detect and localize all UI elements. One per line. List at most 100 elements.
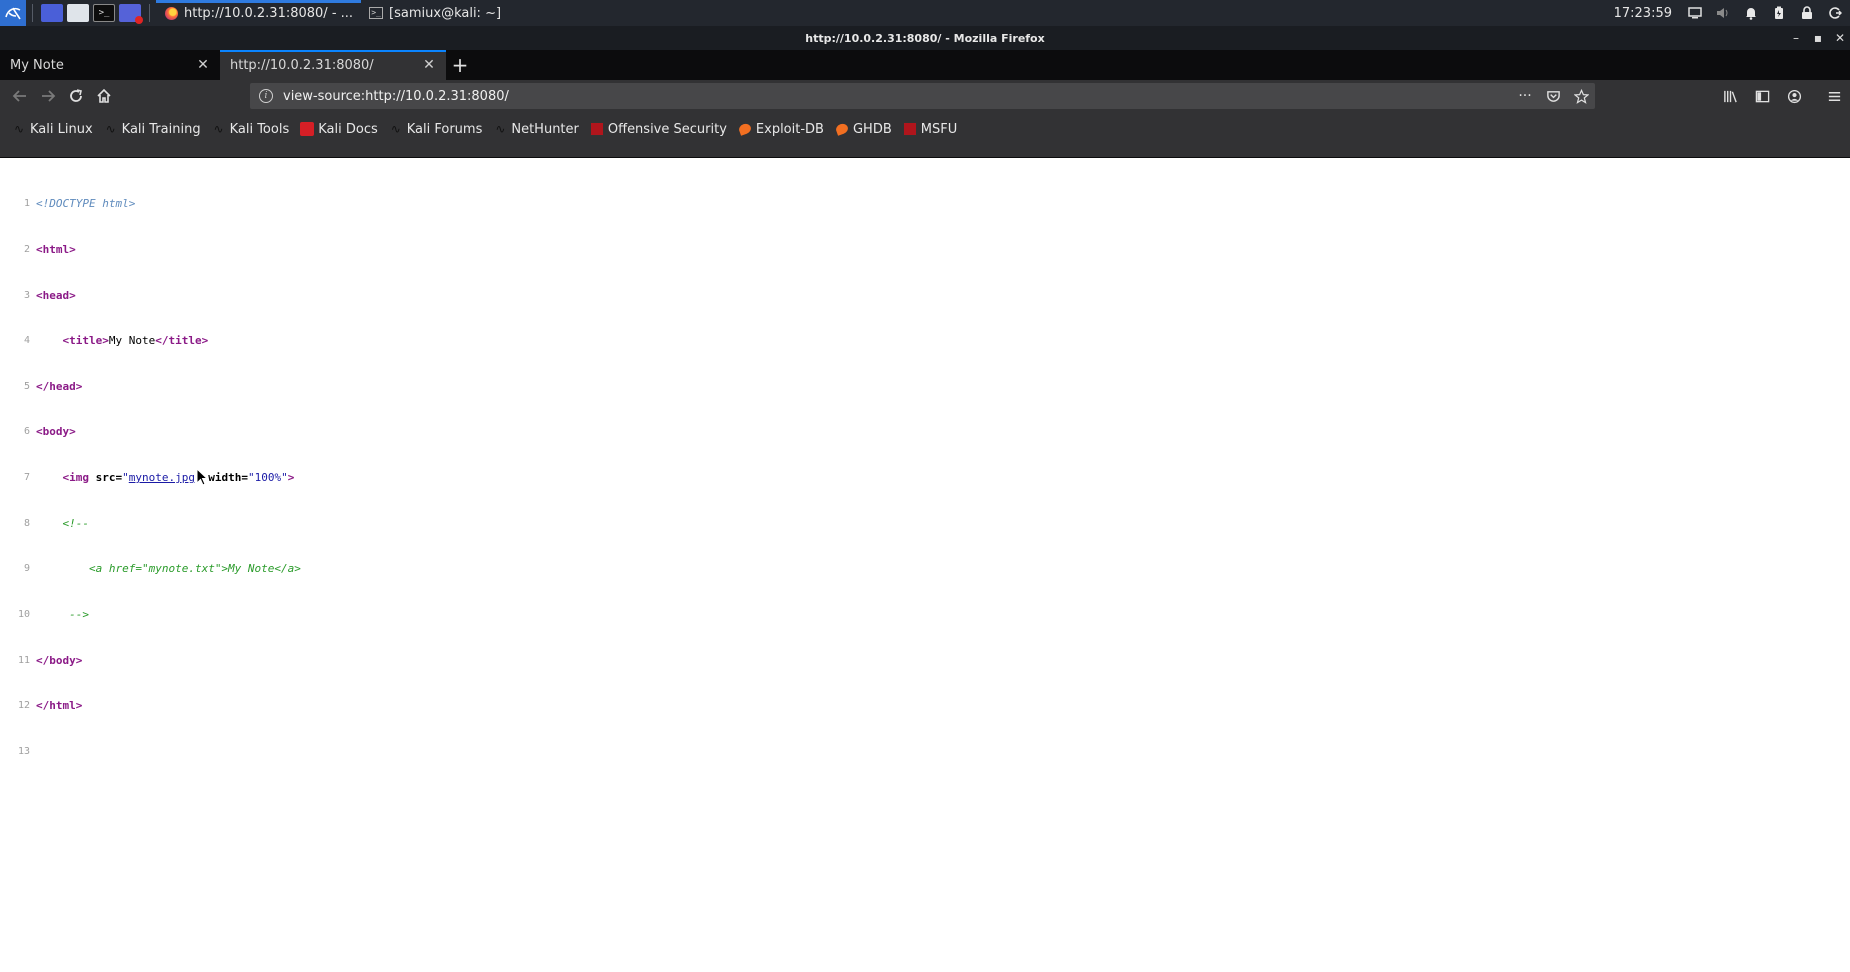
bookmark-kali-docs[interactable]: Kali Docs bbox=[300, 120, 378, 138]
tag-token: </body> bbox=[36, 653, 83, 667]
back-arrow-icon[interactable] bbox=[6, 82, 34, 110]
line-number: 6 bbox=[23, 426, 30, 438]
lock-icon[interactable] bbox=[1800, 6, 1814, 20]
tag-token: <title> bbox=[62, 334, 109, 348]
pocket-icon[interactable] bbox=[1539, 89, 1567, 104]
page-actions-icon[interactable]: ··· bbox=[1511, 88, 1539, 104]
offsec-icon bbox=[589, 122, 604, 136]
volume-icon[interactable] bbox=[1716, 6, 1730, 20]
toolbar-right-buttons bbox=[1716, 80, 1850, 112]
bookmark-label: NetHunter bbox=[511, 121, 579, 137]
line-number: 12 bbox=[17, 700, 30, 712]
taskbar-task-terminal[interactable]: >_ [samiux@kali: ~] bbox=[361, 0, 509, 26]
offsec-icon bbox=[902, 122, 917, 136]
comment-token: <!-- bbox=[62, 516, 90, 530]
bookmark-kali-tools[interactable]: ∿ Kali Tools bbox=[212, 120, 290, 138]
screen-recorder-icon[interactable] bbox=[119, 4, 143, 24]
source-line: 13 bbox=[0, 744, 301, 759]
minimize-icon[interactable]: – bbox=[1790, 31, 1802, 45]
maximize-icon[interactable]: ▪ bbox=[1812, 31, 1824, 45]
line-number: 3 bbox=[23, 289, 30, 301]
workspace-switcher-icon[interactable] bbox=[41, 4, 63, 22]
tab-close-icon[interactable]: ✕ bbox=[196, 57, 210, 73]
tag-token: <head> bbox=[36, 288, 76, 302]
kali-dragon-icon: ∿ bbox=[495, 122, 506, 136]
bookmark-label: Kali Tools bbox=[229, 121, 290, 137]
bookmark-kali-forums[interactable]: ∿ Kali Forums bbox=[389, 120, 483, 138]
bookmark-ghdb[interactable]: GHDB bbox=[834, 120, 892, 138]
line-number: 7 bbox=[23, 472, 30, 484]
line-number: 1 bbox=[23, 198, 30, 210]
kali-menu-button[interactable] bbox=[0, 0, 26, 26]
bookmark-kali-training[interactable]: ∿ Kali Training bbox=[104, 120, 201, 138]
tab-my-note[interactable]: My Note ✕ bbox=[0, 50, 220, 80]
source-code-listing: 1 <!DOCTYPE html> 2 <html> 3 <head> 4 <titl… bbox=[0, 166, 301, 789]
forward-arrow-icon[interactable] bbox=[34, 82, 62, 110]
source-line: 3 <head> bbox=[0, 288, 301, 303]
display-icon[interactable] bbox=[1688, 6, 1702, 20]
line-number: 10 bbox=[17, 608, 30, 620]
hamburger-menu-icon[interactable] bbox=[1820, 82, 1848, 110]
line-number: 9 bbox=[23, 563, 30, 575]
taskbar-task-firefox[interactable]: http://10.0.2.31:8080/ - ... bbox=[156, 0, 362, 26]
close-window-icon[interactable]: ✕ bbox=[1834, 31, 1846, 45]
tab-view-source[interactable]: http://10.0.2.31:8080/ ✕ bbox=[220, 50, 446, 80]
bookmarks-toolbar: ∿ Kali Linux ∿ Kali Training ∿ Kali Tool… bbox=[0, 112, 1850, 158]
kali-dragon-icon: ∿ bbox=[390, 122, 401, 136]
bookmark-label: GHDB bbox=[852, 121, 892, 137]
window-controls: – ▪ ✕ bbox=[1790, 26, 1846, 50]
taskbar-separator bbox=[32, 4, 33, 22]
tab-label: My Note bbox=[10, 57, 64, 73]
file-manager-icon[interactable] bbox=[67, 4, 89, 22]
bookmark-exploit-db[interactable]: Exploit-DB bbox=[737, 120, 824, 138]
terminal-launcher-icon[interactable]: >_ bbox=[93, 4, 115, 22]
source-line: 7 <img src="mynote.jpg" width="100%"> bbox=[0, 470, 301, 485]
window-title: http://10.0.2.31:8080/ - Mozilla Firefox bbox=[805, 31, 1045, 45]
kali-dragon-icon: ∿ bbox=[213, 122, 224, 136]
source-line: 8 <!-- bbox=[0, 516, 301, 531]
site-info-icon[interactable]: i bbox=[259, 89, 273, 103]
mynote-jpg-link[interactable]: mynote.jpg bbox=[129, 471, 195, 484]
clock[interactable]: 17:23:59 bbox=[1614, 6, 1672, 21]
url-text[interactable]: view-source:http://10.0.2.31:8080/ bbox=[283, 89, 1511, 104]
source-line: 11 </body> bbox=[0, 653, 301, 668]
home-icon[interactable] bbox=[90, 82, 118, 110]
taskbar-task-label: http://10.0.2.31:8080/ - ... bbox=[184, 5, 354, 21]
text-token: My Note bbox=[108, 334, 156, 348]
window-titlebar[interactable]: http://10.0.2.31:8080/ - Mozilla Firefox… bbox=[0, 26, 1850, 50]
mouse-pointer-icon bbox=[196, 468, 208, 486]
source-line: 6 <body> bbox=[0, 424, 301, 439]
source-line: 4 <title>My Note</title> bbox=[0, 333, 301, 348]
system-tray: 17:23:59 bbox=[1614, 0, 1850, 26]
bookmark-msfu[interactable]: MSFU bbox=[902, 120, 957, 138]
kali-dragon-icon bbox=[5, 7, 21, 20]
battery-icon[interactable] bbox=[1772, 6, 1786, 20]
logout-icon[interactable] bbox=[1828, 6, 1842, 20]
bookmark-label: Kali Forums bbox=[406, 121, 483, 137]
bookmark-kali-linux[interactable]: ∿ Kali Linux bbox=[12, 120, 93, 138]
url-bar[interactable]: i view-source:http://10.0.2.31:8080/ ··· bbox=[250, 83, 1595, 109]
kali-dragon-icon: ∿ bbox=[105, 122, 116, 136]
sidebar-icon[interactable] bbox=[1748, 82, 1776, 110]
tag-token: </html> bbox=[36, 699, 83, 713]
notification-bell-icon[interactable] bbox=[1744, 6, 1758, 20]
line-number: 2 bbox=[23, 244, 30, 256]
account-icon[interactable] bbox=[1780, 82, 1808, 110]
library-icon[interactable] bbox=[1716, 82, 1744, 110]
reload-icon[interactable] bbox=[62, 82, 90, 110]
kali-docs-icon bbox=[300, 122, 315, 136]
bookmark-nethunter[interactable]: ∿ NetHunter bbox=[493, 120, 579, 138]
new-tab-plus-icon[interactable]: + bbox=[446, 50, 474, 80]
line-number: 13 bbox=[17, 745, 30, 757]
navigation-toolbar: i view-source:http://10.0.2.31:8080/ ··· bbox=[0, 80, 1850, 112]
doctype-token: <!DOCTYPE html> bbox=[36, 197, 136, 211]
tag-token: <img bbox=[62, 471, 90, 485]
tag-token: </head> bbox=[36, 379, 83, 393]
tag-token: <html> bbox=[36, 243, 76, 257]
bookmark-label: Exploit-DB bbox=[755, 121, 824, 137]
bookmark-star-icon[interactable] bbox=[1567, 88, 1595, 104]
bookmark-label: Kali Docs bbox=[318, 121, 378, 137]
bookmark-offensive-security[interactable]: Offensive Security bbox=[589, 120, 727, 138]
tab-close-icon[interactable]: ✕ bbox=[422, 57, 436, 73]
tab-strip: My Note ✕ http://10.0.2.31:8080/ ✕ + bbox=[0, 50, 1850, 80]
